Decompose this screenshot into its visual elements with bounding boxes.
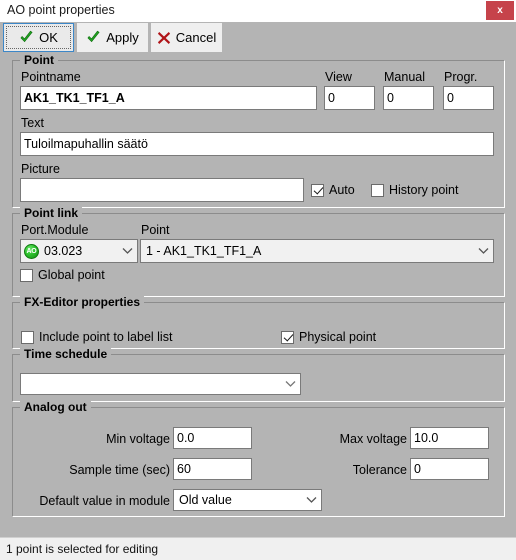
- checkmark-icon: [87, 30, 100, 43]
- chevron-down-icon: [280, 380, 300, 388]
- min-voltage-label: Min voltage: [106, 432, 170, 446]
- view-input[interactable]: [324, 86, 375, 110]
- portmodule-label: Port.Module: [21, 223, 89, 237]
- pointname-input[interactable]: [20, 86, 317, 110]
- x-mark-icon: [157, 31, 170, 44]
- dialog-body: Point Pointname View Manual Progr. Text …: [0, 53, 516, 537]
- point-dropdown-value: 1 - AK1_TK1_TF1_A: [146, 244, 262, 258]
- analog-out-group-title: Analog out: [20, 400, 91, 414]
- min-voltage-input[interactable]: [173, 427, 252, 449]
- picture-input[interactable]: [20, 178, 304, 202]
- progr-label: Progr.: [444, 70, 478, 84]
- progr-input[interactable]: [443, 86, 494, 110]
- auto-checkbox-label: Auto: [329, 183, 355, 197]
- point-link-group-title: Point link: [20, 206, 82, 220]
- physical-point-checkbox[interactable]: Physical point: [281, 330, 376, 344]
- checkmark-icon: [20, 30, 33, 43]
- apply-button[interactable]: Apply: [77, 23, 148, 52]
- close-icon[interactable]: x: [486, 1, 514, 20]
- toolbar: OK Apply Cancel: [0, 22, 516, 54]
- chevron-down-icon: [117, 247, 137, 255]
- include-label-list-checkbox-label: Include point to label list: [39, 330, 173, 344]
- view-label: View: [325, 70, 352, 84]
- apply-button-label: Apply: [106, 30, 139, 45]
- text-label: Text: [21, 116, 44, 130]
- tolerance-label: Tolerance: [352, 463, 407, 477]
- pointname-label: Pointname: [21, 70, 81, 84]
- time-schedule-group-title: Time schedule: [20, 347, 112, 361]
- chevron-down-icon: [301, 496, 321, 504]
- status-bar-text: 1 point is selected for editing: [6, 542, 159, 556]
- ok-button[interactable]: OK: [3, 23, 74, 52]
- max-voltage-label: Max voltage: [339, 432, 407, 446]
- time-schedule-dropdown[interactable]: [20, 373, 301, 395]
- default-value-label: Default value in module: [39, 494, 170, 508]
- default-value-dropdown[interactable]: Old value: [173, 489, 322, 511]
- auto-checkbox[interactable]: Auto: [311, 183, 355, 197]
- status-bar: 1 point is selected for editing: [0, 537, 516, 560]
- ao-point-icon: AO: [24, 243, 39, 259]
- manual-label: Manual: [384, 70, 425, 84]
- title-bar: AO point properties x: [0, 0, 516, 23]
- point-group-title: Point: [20, 53, 58, 67]
- cancel-button[interactable]: Cancel: [151, 23, 222, 52]
- portmodule-dropdown-value: 03.023: [44, 244, 83, 258]
- default-value-dropdown-value: Old value: [179, 493, 232, 507]
- global-point-checkbox[interactable]: Global point: [20, 268, 105, 282]
- chevron-down-icon: [473, 247, 493, 255]
- physical-point-checkbox-label: Physical point: [299, 330, 377, 344]
- sample-time-label: Sample time (sec): [69, 463, 170, 477]
- portmodule-dropdown[interactable]: AO 03.023: [20, 239, 138, 263]
- picture-label: Picture: [21, 162, 60, 176]
- fx-editor-group-title: FX-Editor properties: [20, 295, 145, 309]
- checkbox-box: [281, 330, 294, 344]
- checkbox-box: [20, 268, 33, 282]
- point-label: Point: [141, 223, 170, 237]
- cancel-button-label: Cancel: [175, 30, 217, 45]
- checkbox-box: [311, 183, 324, 197]
- checkbox-box: [371, 183, 384, 197]
- manual-input[interactable]: [383, 86, 434, 110]
- global-point-checkbox-label: Global point: [38, 268, 105, 282]
- checkbox-box: [21, 330, 34, 344]
- include-label-list-checkbox[interactable]: Include point to label list: [21, 330, 172, 344]
- point-dropdown[interactable]: 1 - AK1_TK1_TF1_A: [140, 239, 494, 263]
- tolerance-input[interactable]: [410, 458, 489, 480]
- max-voltage-input[interactable]: [410, 427, 489, 449]
- ok-button-label: OK: [39, 30, 58, 45]
- history-point-checkbox-label: History point: [389, 183, 459, 197]
- window-title: AO point properties: [7, 3, 115, 17]
- text-input[interactable]: [20, 132, 494, 156]
- history-point-checkbox[interactable]: History point: [371, 183, 458, 197]
- sample-time-input[interactable]: [173, 458, 252, 480]
